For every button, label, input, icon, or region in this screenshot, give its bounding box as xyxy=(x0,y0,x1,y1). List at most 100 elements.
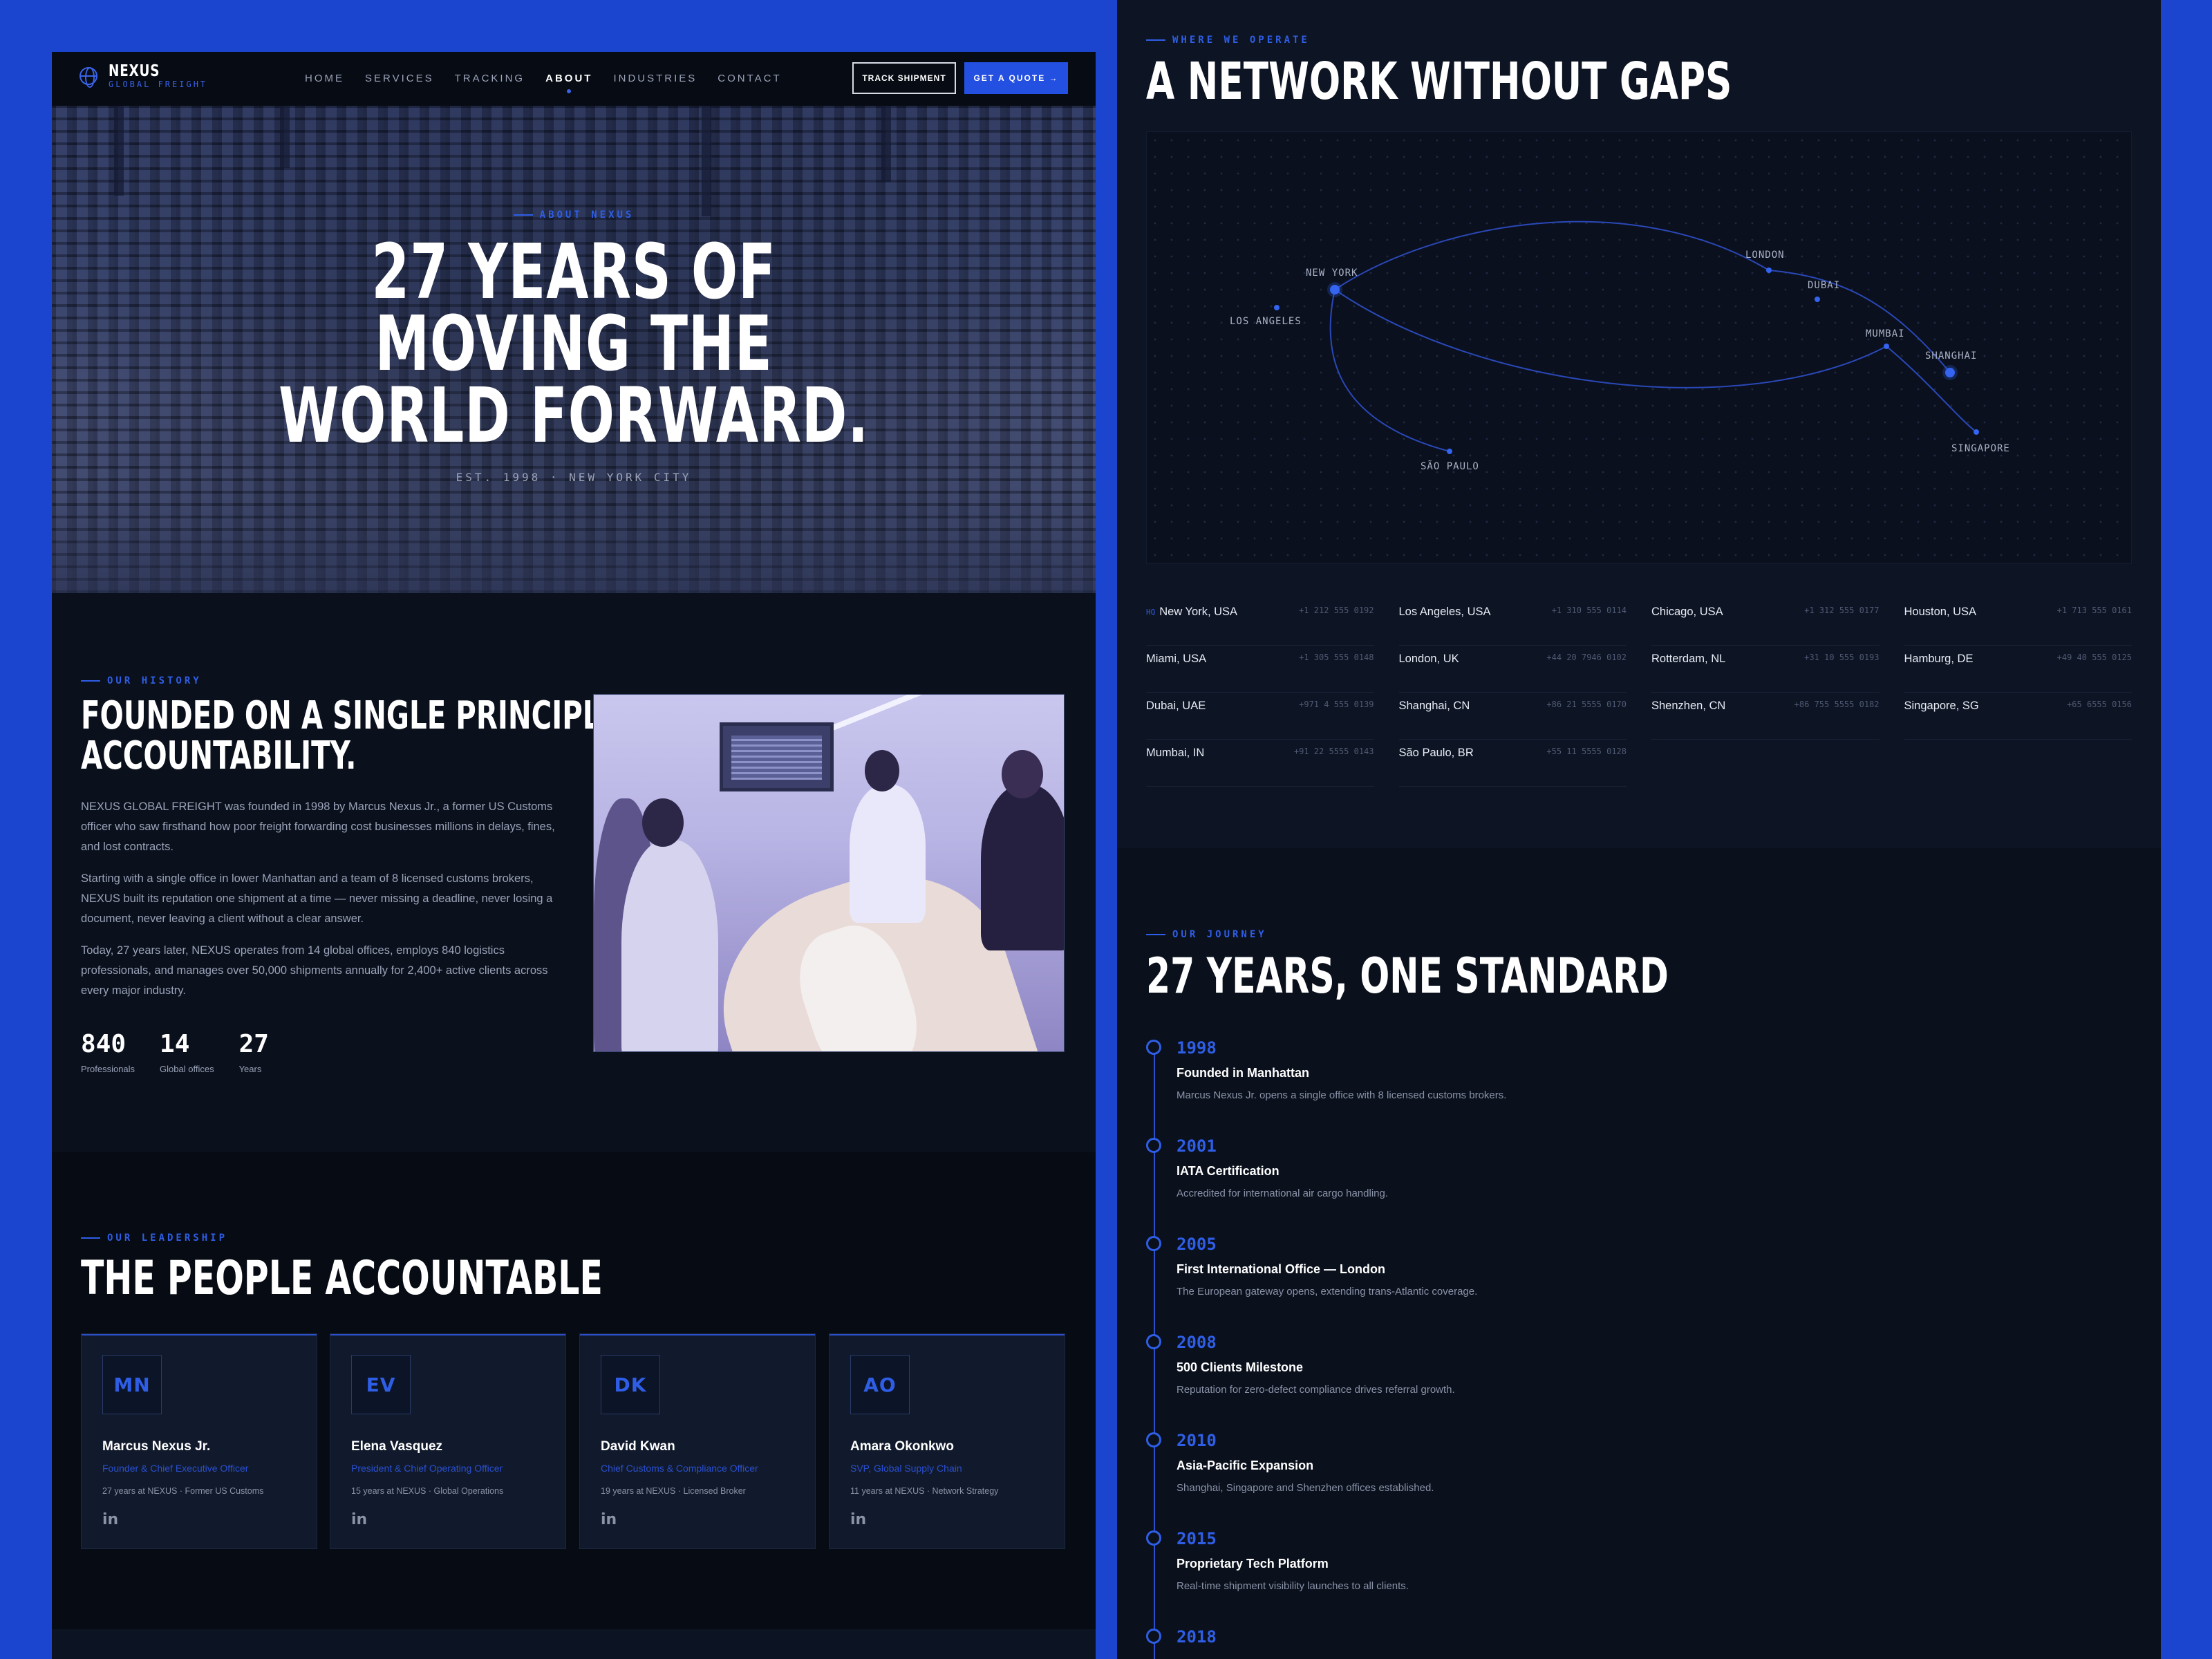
city-marker-london[interactable] xyxy=(1766,268,1772,273)
milestone-dot-icon xyxy=(1146,1040,1161,1055)
office-phone[interactable]: +1 310 555 0114 xyxy=(1552,606,1627,615)
office-phone[interactable]: +1 212 555 0192 xyxy=(1299,606,1374,615)
office-phone[interactable]: +971 4 555 0139 xyxy=(1299,700,1374,709)
office-phone[interactable]: +55 11 5555 0128 xyxy=(1546,747,1627,756)
history-eyebrow: OUR HISTORY xyxy=(81,675,202,686)
brand-logo[interactable]: NEXUS GLOBAL FREIGHT xyxy=(79,63,207,89)
linkedin-icon[interactable]: in xyxy=(351,1511,367,1528)
office-name: Dubai, UAE xyxy=(1146,700,1206,712)
office-name: Shenzhen, CN xyxy=(1651,700,1726,712)
office-name: São Paulo, BR xyxy=(1398,747,1474,759)
nav-industries[interactable]: INDUSTRIES xyxy=(613,73,697,84)
milestone-dot-icon xyxy=(1146,1334,1161,1349)
milestone-dot-icon xyxy=(1146,1629,1161,1644)
nav-services[interactable]: SERVICES xyxy=(365,73,434,84)
city-marker-new-york[interactable] xyxy=(1330,285,1340,294)
office-name: New York, USA xyxy=(1159,606,1238,618)
city-label: MUMBAI xyxy=(1866,328,1905,339)
office-item[interactable]: Shenzhen, CN +86 755 5555 0182 xyxy=(1651,693,1880,740)
office-phone[interactable]: +86 21 5555 0170 xyxy=(1546,700,1627,709)
milestone-dot-icon xyxy=(1146,1530,1161,1546)
milestone-title: Asia-Pacific Expansion xyxy=(1177,1459,1314,1472)
office-name: Mumbai, IN xyxy=(1146,747,1205,759)
milestone-title: Founded in Manhattan xyxy=(1177,1066,1309,1080)
linkedin-icon[interactable]: in xyxy=(850,1511,866,1528)
city-marker-mumbai[interactable] xyxy=(1884,344,1889,349)
leader-card[interactable]: MN Marcus Nexus Jr. Founder & Chief Exec… xyxy=(81,1333,317,1549)
city-marker-los-angeles[interactable] xyxy=(1274,305,1280,310)
hero-title-line: 27 YEARS OF xyxy=(371,227,776,316)
brand-name: NEXUS xyxy=(109,62,160,80)
crane-silhouette xyxy=(114,106,124,196)
leader-meta: 11 years at NEXUS · Network Strategy xyxy=(850,1486,999,1496)
network-map[interactable]: NEW YORK LOS ANGELES LONDON DUBAI MUMBAI… xyxy=(1146,131,2132,564)
office-name: Los Angeles, USA xyxy=(1398,606,1491,618)
nav-about[interactable]: ABOUT xyxy=(545,73,592,93)
city-marker-singapore[interactable] xyxy=(1974,429,1979,435)
get-quote-button[interactable]: GET A QUOTE → xyxy=(964,62,1068,94)
leadership-eyebrow: OUR LEADERSHIP xyxy=(81,1232,227,1244)
milestone-year: 2010 xyxy=(1177,1431,1217,1450)
leader-card[interactable]: AO Amara Okonkwo SVP, Global Supply Chai… xyxy=(829,1333,1065,1549)
office-phone[interactable]: +65 6555 0156 xyxy=(2067,700,2132,709)
hero-eyebrow: ABOUT NEXUS xyxy=(52,209,1096,221)
leader-meta: 15 years at NEXUS · Global Operations xyxy=(351,1486,504,1496)
photo-head xyxy=(1002,750,1043,798)
history-paragraph: Starting with a single office in lower M… xyxy=(81,872,553,925)
office-item[interactable]: Miami, USA +1 305 555 0148 xyxy=(1146,646,1374,693)
leader-card[interactable]: DK David Kwan Chief Customs & Compliance… xyxy=(579,1333,816,1549)
leader-card[interactable]: EV Elena Vasquez President & Chief Opera… xyxy=(330,1333,566,1549)
leader-meta: 19 years at NEXUS · Licensed Broker xyxy=(601,1486,746,1496)
office-item[interactable]: Houston, USA +1 713 555 0161 xyxy=(1904,599,2132,646)
city-marker-dubai[interactable] xyxy=(1815,297,1820,302)
photo-head xyxy=(642,798,684,847)
nav-tracking[interactable]: TRACKING xyxy=(455,73,525,84)
about-page-panel: NEXUS GLOBAL FREIGHT HOME SERVICES TRACK… xyxy=(52,52,1096,1659)
office-phone[interactable]: +1 312 555 0177 xyxy=(1804,606,1879,615)
milestone-year: 2015 xyxy=(1177,1529,1217,1548)
office-item[interactable]: Mumbai, IN +91 22 5555 0143 xyxy=(1146,740,1374,787)
office-phone[interactable]: +86 755 5555 0182 xyxy=(1794,700,1880,709)
city-marker-sao-paulo[interactable] xyxy=(1447,449,1452,454)
office-phone[interactable]: +31 10 555 0193 xyxy=(1804,653,1879,662)
route-line xyxy=(1334,289,1887,388)
office-item[interactable]: Shanghai, CN +86 21 5555 0170 xyxy=(1398,693,1627,740)
milestone-title: First International Office — London xyxy=(1177,1262,1386,1276)
office-item[interactable]: London, UK +44 20 7946 0102 xyxy=(1398,646,1627,693)
office-item[interactable]: HQ New York, USA +1 212 555 0192 xyxy=(1146,599,1374,646)
office-name: Chicago, USA xyxy=(1651,606,1723,618)
meeting-photo xyxy=(593,694,1065,1052)
office-item[interactable]: Chicago, USA +1 312 555 0177 xyxy=(1651,599,1880,646)
city-marker-shanghai[interactable] xyxy=(1945,368,1955,377)
office-phone[interactable]: +91 22 5555 0143 xyxy=(1294,747,1374,756)
office-item[interactable]: Rotterdam, NL +31 10 555 0193 xyxy=(1651,646,1880,693)
stat-label: Professionals xyxy=(81,1064,135,1074)
leader-name: David Kwan xyxy=(601,1439,675,1454)
office-phone[interactable]: +1 305 555 0148 xyxy=(1299,653,1374,662)
leader-role: Founder & Chief Executive Officer xyxy=(102,1463,249,1474)
stat-value: 27 xyxy=(238,1030,269,1058)
office-phone[interactable]: +1 713 555 0161 xyxy=(2057,606,2132,615)
office-item[interactable]: São Paulo, BR +55 11 5555 0128 xyxy=(1398,740,1627,787)
leader-meta: 27 years at NEXUS · Former US Customs xyxy=(102,1486,264,1496)
stat-value: 840 xyxy=(81,1030,126,1058)
office-list: HQ New York, USA +1 212 555 0192 Los Angel… xyxy=(1146,599,2132,787)
linkedin-icon[interactable]: in xyxy=(601,1511,617,1528)
office-item[interactable]: Los Angeles, USA +1 310 555 0114 xyxy=(1398,599,1627,646)
office-item[interactable]: Dubai, UAE +971 4 555 0139 xyxy=(1146,693,1374,740)
avatar: EV xyxy=(351,1355,411,1414)
nav-home[interactable]: HOME xyxy=(305,73,344,84)
office-item[interactable]: Singapore, SG +65 6555 0156 xyxy=(1904,693,2132,740)
office-phone[interactable]: +49 40 555 0125 xyxy=(2057,653,2132,662)
office-phone[interactable]: +44 20 7946 0102 xyxy=(1546,653,1627,662)
stat-label: Years xyxy=(238,1064,262,1074)
milestone-dot-icon xyxy=(1146,1236,1161,1251)
track-shipment-button[interactable]: TRACK SHIPMENT xyxy=(852,62,956,94)
nav-contact[interactable]: CONTACT xyxy=(718,73,781,84)
linkedin-icon[interactable]: in xyxy=(102,1511,118,1528)
city-label: DUBAI xyxy=(1808,280,1841,291)
avatar: AO xyxy=(850,1355,910,1414)
photo-lamp xyxy=(824,695,924,733)
leader-name: Marcus Nexus Jr. xyxy=(102,1439,211,1454)
office-item[interactable]: Hamburg, DE +49 40 555 0125 xyxy=(1904,646,2132,693)
